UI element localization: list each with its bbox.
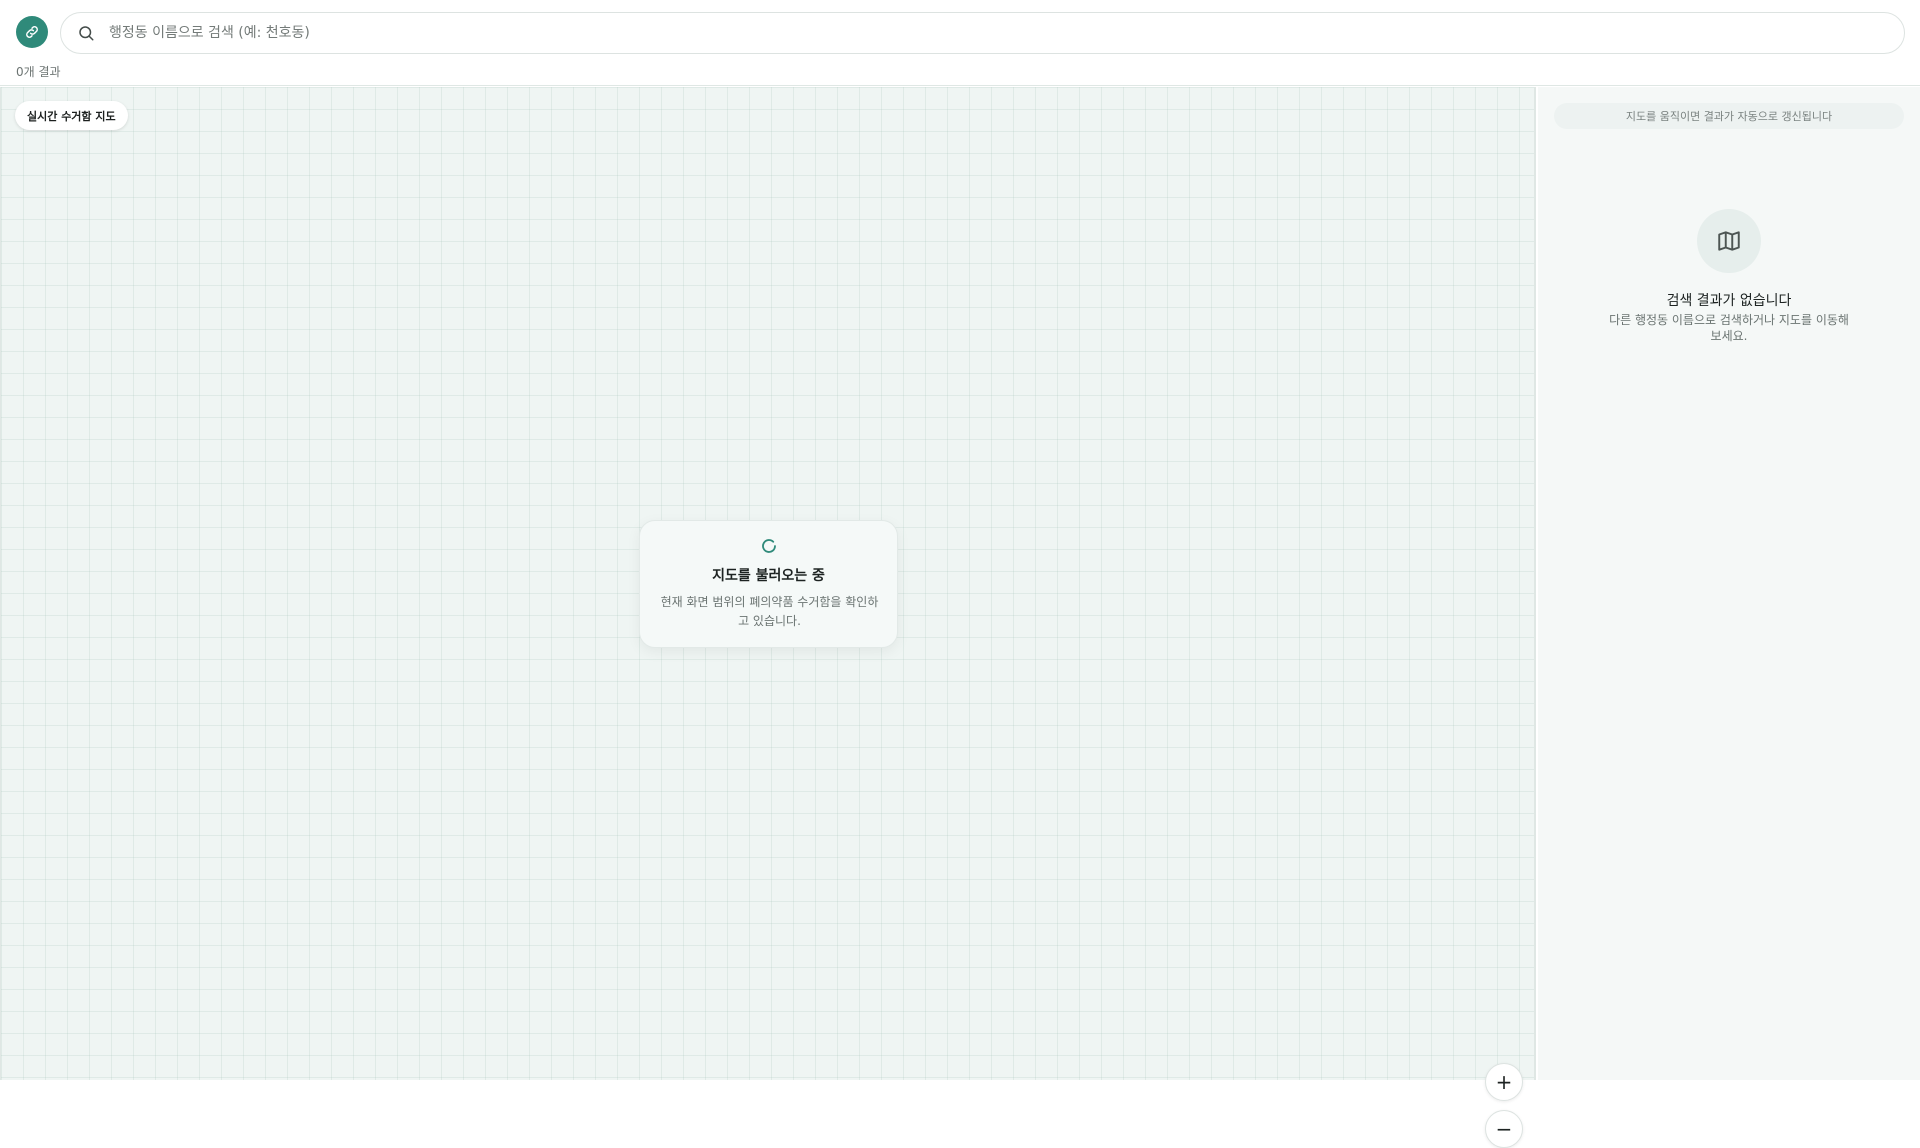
- search-input[interactable]: [109, 25, 1904, 41]
- spinner-icon: [762, 539, 776, 553]
- map-icon: [1697, 209, 1761, 273]
- map-title-badge: 실시간 수거함 지도: [15, 101, 128, 130]
- empty-state-description: 다른 행정동 이름으로 검색하거나 지도를 이동해 보세요.: [1609, 313, 1849, 343]
- zoom-out-button[interactable]: −: [1485, 1110, 1523, 1148]
- search-bar: [60, 12, 1905, 54]
- auto-refresh-notice: 지도를 움직이면 결과가 자동으로 갱신됩니다: [1554, 103, 1904, 129]
- search-icon: [75, 22, 97, 44]
- loading-title: 지도를 불러오는 중: [712, 568, 825, 584]
- map-canvas[interactable]: 실시간 수거함 지도 지도를 불러오는 중 현재 화면 범위의 폐의약품 수거함…: [0, 87, 1536, 1148]
- results-panel: 지도를 움직이면 결과가 자동으로 갱신됩니다 검색 결과가 없습니다 다른 행…: [1538, 87, 1920, 1080]
- loading-description: 현재 화면 범위의 폐의약품 수거함을 확인하고 있습니다.: [660, 595, 879, 628]
- zoom-in-button[interactable]: +: [1485, 1063, 1523, 1101]
- top-bar: 0개 결과: [0, 0, 1920, 86]
- result-count: 0개 결과: [16, 65, 61, 79]
- empty-state-title: 검색 결과가 없습니다: [1666, 293, 1792, 309]
- logo-button[interactable]: [16, 16, 48, 48]
- loading-card: 지도를 불러오는 중 현재 화면 범위의 폐의약품 수거함을 확인하고 있습니다…: [639, 520, 898, 648]
- link-icon: [26, 26, 38, 38]
